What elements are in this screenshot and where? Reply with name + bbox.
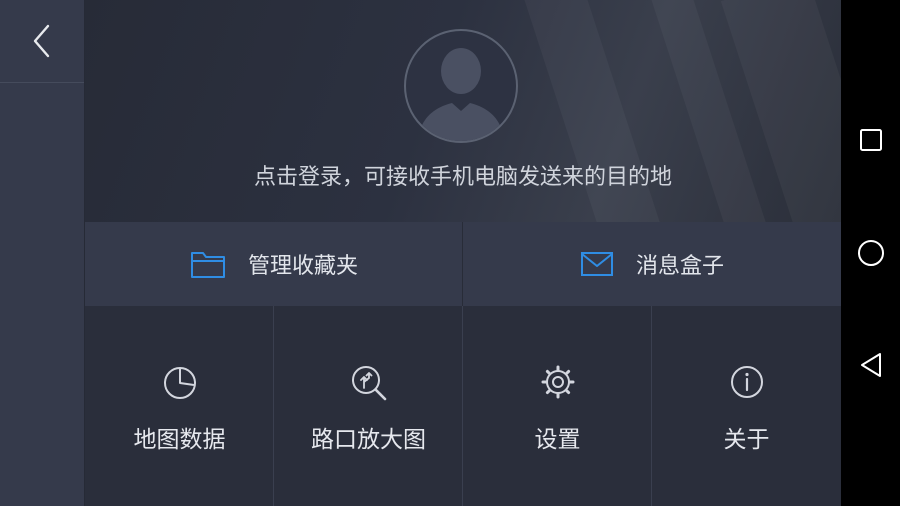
map-data-label: 地图数据 [133,427,226,453]
system-nav-bar [841,0,900,506]
main-panel: 点击登录，可接收手机电脑发送来的目的地 管理收藏夹 消息盒子 地图数据 路口放大… [85,0,841,506]
junction-zoom-label: 路口放大图 [311,427,426,453]
gear-icon [541,365,574,399]
recents-button[interactable] [841,115,900,165]
chevron-left-icon [33,24,50,58]
recents-icon [859,129,882,151]
profile-header: 点击登录，可接收手机电脑发送来的目的地 [85,0,841,222]
settings-tile[interactable]: 设置 [463,306,652,506]
settings-label: 设置 [534,427,581,453]
back-triangle-icon [860,353,881,377]
message-box-button[interactable]: 消息盒子 [463,222,841,306]
app-window: 点击登录，可接收手机电脑发送来的目的地 管理收藏夹 消息盒子 地图数据 路口放大… [0,0,841,506]
mail-icon [580,252,613,276]
manage-favorites-button[interactable]: 管理收藏夹 [85,222,463,306]
quick-actions-row: 管理收藏夹 消息盒子 [85,222,841,306]
folder-icon [190,252,225,278]
system-back-button[interactable] [841,340,900,390]
feature-grid: 地图数据 路口放大图 设置 关于 [85,306,841,506]
avatar[interactable] [404,29,518,143]
about-tile[interactable]: 关于 [652,306,841,506]
junction-zoom-tile[interactable]: 路口放大图 [274,306,463,506]
message-box-label: 消息盒子 [635,254,724,279]
pie-chart-icon [163,367,196,399]
user-silhouette-icon [418,48,504,141]
sidebar [0,0,85,506]
back-button[interactable] [0,0,84,83]
info-icon [730,366,763,398]
about-label: 关于 [723,427,770,453]
home-icon [857,240,884,266]
login-prompt[interactable]: 点击登录，可接收手机电脑发送来的目的地 [85,162,841,194]
home-button[interactable] [841,228,900,278]
manage-favorites-label: 管理收藏夹 [247,254,358,279]
map-data-tile[interactable]: 地图数据 [85,306,274,506]
junction-zoom-icon [351,366,386,401]
